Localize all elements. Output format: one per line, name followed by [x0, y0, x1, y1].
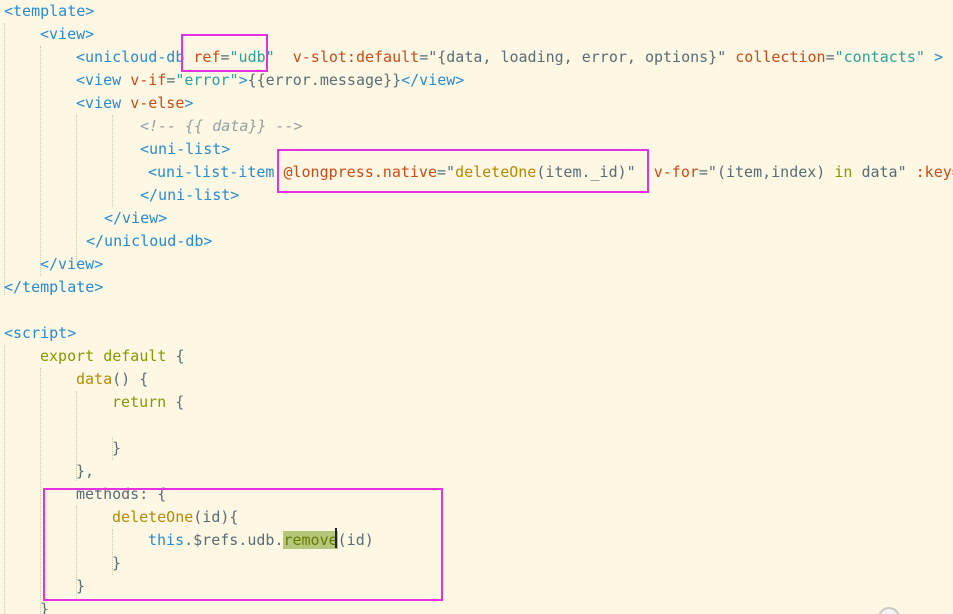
code-token: <template>	[4, 2, 95, 20]
code-token: ="{data, loading, error, options}"	[419, 48, 727, 66]
code-line[interactable]: export default {	[40, 345, 185, 368]
code-token: export default	[40, 347, 167, 365]
code-token: <view	[76, 71, 122, 89]
indent-guide	[40, 368, 41, 614]
indent-guide	[112, 115, 113, 207]
code-token: data	[76, 370, 113, 388]
code-token: :key=	[915, 163, 953, 181]
code-token: <view>	[40, 25, 95, 43]
code-token: v-else	[130, 94, 185, 112]
code-line[interactable]: <script>	[4, 322, 76, 345]
code-line[interactable]: </view>	[40, 253, 103, 276]
code-token: </unicloud-db>	[86, 232, 213, 250]
indent-guide	[40, 46, 41, 276]
code-token: return	[112, 393, 167, 411]
code-line[interactable]: <template>	[4, 0, 94, 23]
code-token: ="(item,index)	[698, 163, 835, 181]
code-token: () {	[112, 370, 149, 388]
code-token: </uni-list>	[140, 186, 240, 204]
code-line[interactable]: </view>	[104, 207, 167, 230]
code-token: </view>	[401, 71, 465, 89]
code-token: </template>	[4, 278, 104, 296]
code-token: collection	[735, 48, 826, 66]
code-token: <uni-list>	[140, 140, 231, 158]
code-token: "contacts"	[834, 48, 925, 66]
code-line[interactable]: return {	[112, 391, 184, 414]
code-token: </view>	[104, 209, 168, 227]
code-token: {{error.message}}	[247, 71, 402, 89]
code-token: v-for	[653, 163, 699, 181]
code-token: v-if	[130, 71, 167, 89]
code-token: <uni-list-item	[148, 163, 275, 181]
code-token: >	[238, 71, 248, 89]
indent-guide	[4, 345, 5, 614]
code-token: </view>	[40, 255, 104, 273]
code-line[interactable]: <view v-else>	[76, 92, 193, 115]
code-token: <script>	[4, 324, 77, 342]
code-line[interactable]: </unicloud-db>	[86, 230, 212, 253]
code-line[interactable]: </template>	[4, 276, 103, 299]
code-line[interactable]: </uni-list>	[140, 184, 239, 207]
code-token: <view	[76, 94, 122, 112]
code-editor[interactable]: <template> <view> <unicloud-db ref="udb" v…	[0, 0, 953, 614]
code-line[interactable]: }	[112, 437, 121, 460]
code-token: {	[166, 347, 185, 365]
code-token: >	[184, 94, 194, 112]
code-token: {	[166, 393, 185, 411]
scroll-indicator[interactable]	[878, 607, 900, 614]
annotation-box-ref	[181, 34, 268, 72]
code-token: >	[933, 48, 943, 66]
code-token: },	[76, 462, 95, 480]
code-line[interactable]: <view v-if="error">{{error.message}}</vi…	[76, 69, 464, 92]
code-token: data"	[852, 163, 907, 181]
indent-guide	[4, 23, 5, 295]
code-token: v-slot:default	[292, 48, 420, 66]
annotation-box-methods	[43, 488, 443, 601]
code-token: <!-- {{ data}} -->	[140, 117, 303, 135]
code-token: "error"	[175, 71, 239, 89]
code-token: }	[40, 600, 50, 614]
code-token: in	[834, 163, 853, 181]
text-cursor	[335, 528, 337, 548]
annotation-box-longpress	[277, 149, 649, 193]
code-token: =	[166, 71, 176, 89]
code-line[interactable]: <!-- {{ data}} -->	[140, 115, 303, 138]
code-line[interactable]: <view>	[40, 23, 94, 46]
code-line[interactable]: data() {	[76, 368, 148, 391]
indent-guide	[76, 115, 77, 265]
code-token: }	[112, 439, 122, 457]
code-line[interactable]: <uni-list>	[140, 138, 230, 161]
code-line[interactable]: },	[76, 460, 94, 483]
code-token: <unicloud-db	[76, 48, 185, 66]
code-token: =	[825, 48, 835, 66]
